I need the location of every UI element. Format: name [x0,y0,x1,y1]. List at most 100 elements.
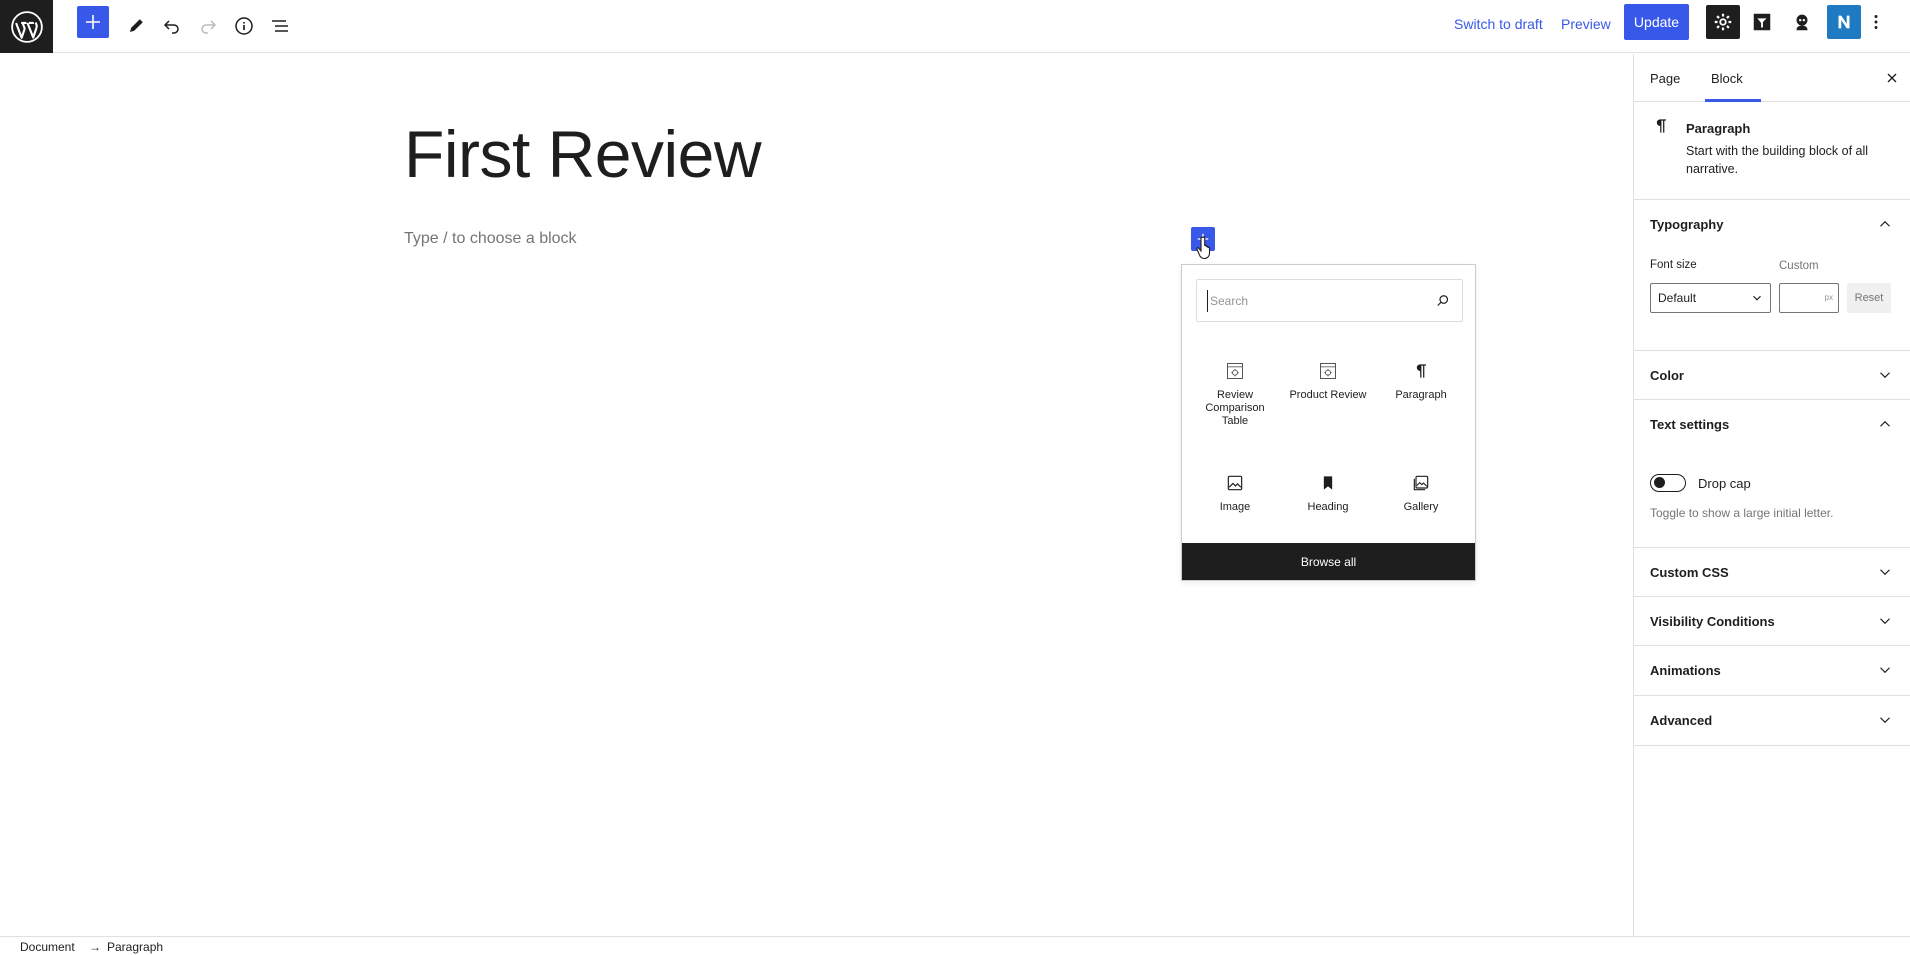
typography-panel-toggle[interactable]: Typography [1650,200,1894,248]
text-settings-panel-toggle[interactable]: Text settings [1650,400,1894,448]
list-view-button[interactable] [262,8,298,44]
close-sidebar-button[interactable] [1880,66,1904,90]
pilcrow-icon [1416,364,1426,378]
redo-icon [201,20,217,34]
unit-label: px [1824,293,1833,302]
color-panel-toggle[interactable]: Color [1650,351,1894,399]
block-option-image[interactable]: Image [1191,473,1279,514]
breadcrumb-separator: → [89,940,101,954]
more-vertical-icon [1874,15,1878,29]
wordpress-icon [10,10,43,43]
visibility-conditions-panel-toggle[interactable]: Visibility Conditions [1650,597,1894,645]
breadcrumb-paragraph[interactable]: Paragraph [107,940,163,954]
block-option-heading[interactable]: Heading [1284,473,1372,514]
preview-button[interactable]: Preview [1561,16,1611,32]
quick-inserter-popover: Review Comparison Table Product Review P… [1181,264,1476,581]
switch-to-draft-button[interactable]: Switch to draft [1454,16,1543,32]
empty-paragraph-block[interactable]: Type / to choose a block [404,230,577,248]
info-icon [235,17,253,35]
hand-cursor-icon [1196,236,1211,260]
block-option-product-review[interactable]: Product Review [1284,361,1372,402]
drop-cap-label: Drop cap [1698,476,1751,491]
panel-title: Animations [1650,662,1721,678]
pencil-icon [130,19,143,32]
chevron-down-icon [1880,618,1890,625]
options-menu-button[interactable] [1864,5,1888,39]
tab-block[interactable]: Block [1705,54,1761,102]
block-card-description: Start with the building block of all nar… [1686,144,1869,176]
block-breadcrumb: Document → Paragraph [0,936,1910,955]
update-button[interactable]: Update [1624,4,1689,40]
settings-sidebar: Page Block Paragraph Start with the buil… [1633,54,1910,936]
sidebar-tabs: Page Block [1634,54,1910,102]
block-default-icon [1320,363,1336,379]
close-icon [1887,73,1897,83]
block-default-icon [1227,363,1243,379]
panel-title: Color [1650,367,1684,383]
wordpress-logo-button[interactable] [0,0,53,53]
block-option-label: Review Comparison Table [1205,389,1265,427]
chevron-down-icon [1753,295,1761,301]
browse-all-button[interactable]: Browse all [1182,543,1475,580]
block-search-input[interactable] [1207,290,1427,312]
bookmark-icon [1323,476,1333,490]
animations-panel-toggle[interactable]: Animations [1650,646,1894,694]
block-option-label: Image [1219,501,1251,513]
editor-header: Switch to draft Preview Update [0,0,1910,53]
custom-font-size-input[interactable]: px [1779,283,1839,313]
redo-button[interactable] [190,8,226,44]
custom-css-panel: Custom CSS [1634,548,1910,597]
animations-panel: Animations [1634,646,1910,696]
color-panel: Color [1634,351,1910,400]
jetpack-plugin-button[interactable] [1745,5,1779,39]
block-option-gallery[interactable]: Gallery [1377,473,1465,514]
block-search-field[interactable] [1196,279,1463,322]
yoast-plugin-button[interactable] [1785,5,1819,39]
settings-button[interactable] [1706,5,1740,39]
drop-cap-help-text: Toggle to show a large initial letter. [1650,506,1834,520]
plus-icon [86,15,100,29]
drop-cap-toggle[interactable] [1650,474,1686,492]
font-size-select-value: Default [1658,291,1697,305]
advanced-panel-toggle[interactable]: Advanced [1650,696,1894,744]
neve-plugin-button[interactable] [1827,5,1861,39]
chevron-down-icon [1880,569,1890,576]
plugin-logo-icon [1753,13,1771,31]
block-option-label: Product Review [1289,389,1367,401]
post-title[interactable]: First Review [404,116,762,192]
typography-panel: Typography [1634,200,1910,351]
custom-size-label: Custom [1779,260,1819,272]
panel-title: Typography [1650,216,1724,232]
block-option-review-comparison-table[interactable]: Review Comparison Table [1191,361,1279,428]
undo-button[interactable] [154,8,190,44]
font-size-label: Font size [1650,259,1697,271]
tools-button[interactable] [118,8,154,44]
gear-icon [1714,13,1732,31]
block-card: Paragraph Start with the building block … [1634,102,1910,200]
advanced-panel: Advanced [1634,696,1910,746]
chevron-up-icon [1880,220,1890,227]
font-size-reset-button[interactable]: Reset [1847,283,1891,313]
image-icon [1227,475,1243,491]
chevron-down-icon [1880,667,1890,674]
undo-icon [163,20,179,34]
panel-title: Advanced [1650,712,1713,728]
editor-canvas: First Review Type / to choose a block Re… [0,54,1633,936]
block-card-title: Paragraph [1686,121,1751,136]
panel-title: Custom CSS [1650,564,1729,580]
block-inserter-toggle-button[interactable] [77,6,109,38]
gallery-icon [1413,475,1429,491]
panel-title: Text settings [1650,416,1730,432]
chevron-up-icon [1880,420,1890,427]
custom-css-panel-toggle[interactable]: Custom CSS [1650,548,1894,596]
list-view-icon [272,20,288,32]
chevron-down-icon [1880,717,1890,724]
block-option-paragraph[interactable]: Paragraph [1377,361,1465,402]
block-option-label: Gallery [1403,501,1439,513]
font-size-select[interactable]: Default [1650,283,1771,313]
visibility-conditions-panel: Visibility Conditions [1634,597,1910,646]
n-logo-icon [1838,15,1850,29]
tab-page[interactable]: Page [1650,54,1680,102]
breadcrumb-document[interactable]: Document [20,940,75,954]
details-button[interactable] [226,8,262,44]
